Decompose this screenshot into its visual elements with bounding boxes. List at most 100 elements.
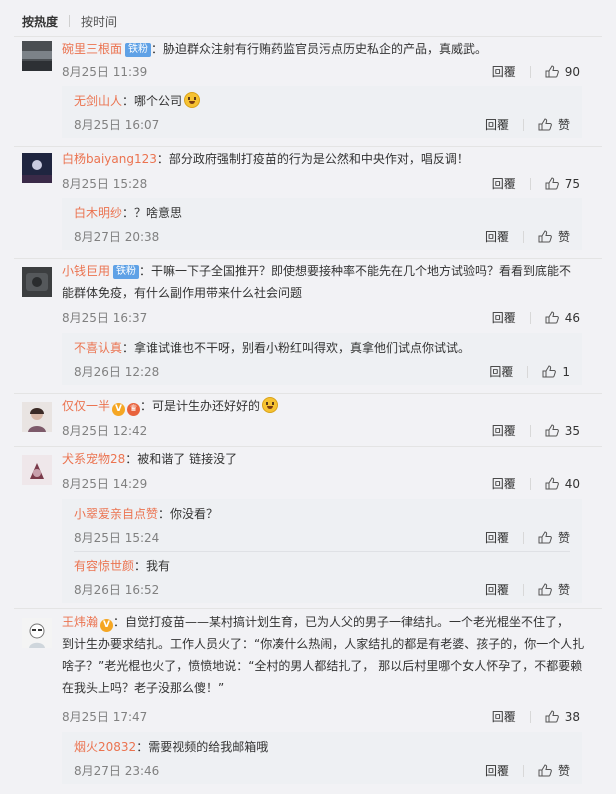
thumbs-up-icon — [545, 710, 559, 723]
like-button[interactable]: 46 — [545, 311, 580, 325]
avatar[interactable] — [22, 402, 52, 432]
username-link[interactable]: 烟火20832 — [74, 740, 136, 754]
avatar[interactable] — [22, 267, 52, 297]
comment-text: 仅仅一半 V ♛ ：可是计生办还好好的 — [62, 395, 586, 417]
comment-line: 到计生办要求结扎。工作人员火了：“你凑什么热闹，人家结扎的都是有老婆、孩子的，你… — [62, 637, 585, 651]
verified-v-icon: V — [112, 403, 126, 416]
divider — [14, 446, 602, 447]
action-divider — [529, 311, 531, 324]
reply-button[interactable]: 回覆 — [485, 529, 509, 546]
username-link[interactable]: 犬系宠物28 — [62, 452, 125, 466]
vip-crown-icon: ♛ — [127, 403, 141, 416]
divider — [14, 146, 602, 147]
comment-text: 碗里三根面 铁粉 ：胁迫群众注射有行贿药监官员污点历史私企的产品，真威武。 — [62, 38, 586, 60]
reply-text: 烟火20832：需要视频的给我邮箱哦 — [74, 737, 570, 757]
reply-list: 无剑山人：哪个公司 8月25日 16:07 回覆 赞 — [62, 86, 582, 138]
reply-button[interactable]: 回覆 — [492, 422, 516, 439]
like-button[interactable]: 赞 — [538, 116, 570, 133]
avatar[interactable] — [22, 455, 52, 485]
reply-button[interactable]: 回覆 — [492, 475, 516, 492]
sort-by-hot-tab[interactable]: 按热度 — [22, 13, 58, 30]
like-button[interactable]: 赞 — [538, 581, 570, 598]
reply-actions: 回覆 赞 — [485, 529, 570, 546]
username-link[interactable]: 小钱巨用 — [62, 264, 110, 278]
username-link[interactable]: 不喜认真 — [74, 341, 122, 355]
like-button[interactable]: 赞 — [538, 228, 570, 245]
like-button[interactable]: 赞 — [538, 762, 570, 779]
reply-text: 有容惊世颜：我有 — [74, 556, 570, 576]
username-link[interactable]: 无剑山人 — [74, 94, 122, 108]
username-link[interactable]: 白木明纱 — [74, 206, 122, 220]
username-link[interactable]: 小翠爱亲自点赞 — [74, 507, 158, 521]
like-button[interactable]: 38 — [545, 710, 580, 724]
comment-actions: 回覆 75 — [492, 175, 580, 192]
reply-button[interactable]: 回覆 — [489, 363, 513, 380]
smile-emoji-icon — [262, 397, 279, 413]
like-count: 赞 — [557, 230, 570, 244]
username-link[interactable]: 白杨baiyang123 — [62, 152, 157, 166]
reply-list: 小翠爱亲自点赞：你没看？ 8月25日 15:24 回覆 赞 有容惊世颜：我有 8… — [62, 499, 582, 603]
divider — [14, 393, 602, 394]
reply-actions: 回覆 赞 — [485, 581, 570, 598]
reply-body: ：？啥意思 — [122, 206, 183, 220]
like-count: 35 — [564, 423, 580, 438]
fan-badge: 铁粉 — [113, 265, 140, 279]
reply-date: 8月26日 12:28 — [74, 365, 160, 379]
reply-button[interactable]: 回覆 — [492, 309, 516, 326]
comment-body: ：部分政府强制打疫苗的行为是公然和中央作对，唱反调！ — [156, 152, 469, 166]
comment-actions: 回覆 38 — [492, 708, 580, 725]
thumbs-up-icon — [545, 424, 559, 437]
action-divider — [522, 583, 524, 596]
avatar-image — [22, 618, 52, 648]
reply-date: 8月27日 23:46 — [74, 764, 160, 778]
username-link[interactable]: 有容惊世颜 — [74, 559, 134, 573]
thumbs-up-icon — [545, 311, 559, 324]
like-button[interactable]: 1 — [542, 365, 570, 379]
comment-actions: 回覆 40 — [492, 475, 580, 492]
comment-text: 王炜瀚 V ：自觉打疫苗——某村搞计划生育，已为人父的男子一律结扎。一个老光棍坐不住… — [62, 611, 586, 699]
comment-line: 啥子？”老光棍也火了，愤愤地说：“全村的男人都结扎了， 那以后村里哪个女人怀孕了… — [62, 659, 583, 673]
reply-button[interactable]: 回覆 — [492, 708, 516, 725]
action-divider — [529, 177, 531, 190]
avatar[interactable] — [22, 153, 52, 183]
reply-button[interactable]: 回覆 — [492, 63, 516, 80]
reply-date: 8月25日 15:24 — [74, 531, 160, 545]
reply-actions: 回覆 赞 — [485, 116, 570, 133]
like-button[interactable]: 75 — [545, 177, 580, 191]
like-button[interactable]: 35 — [545, 424, 580, 438]
reply-list: 白木明纱：？啥意思 8月27日 20:38 回覆 赞 — [62, 198, 582, 250]
comment-body: ：干嘛一下子全国推开？即使想要接种率不能先在几个地方试验吗？看看到底能不 — [139, 264, 572, 278]
username-link[interactable]: 王炜瀚 — [62, 615, 98, 629]
reply-button[interactable]: 回覆 — [485, 581, 509, 598]
comment-text: 小钱巨用 铁粉 ：干嘛一下子全国推开？即使想要接种率不能先在几个地方试验吗？看看到底… — [62, 260, 586, 304]
like-button[interactable]: 赞 — [538, 529, 570, 546]
reply-button[interactable]: 回覆 — [492, 175, 516, 192]
avatar[interactable] — [22, 618, 52, 648]
sort-by-time-tab[interactable]: 按时间 — [81, 13, 117, 30]
like-button[interactable]: 40 — [545, 477, 580, 491]
like-button[interactable]: 90 — [545, 65, 580, 79]
username-link[interactable]: 仅仅一半 — [62, 399, 110, 413]
reply-button[interactable]: 回覆 — [485, 762, 509, 779]
thumbs-up-icon — [538, 230, 552, 243]
reply-button[interactable]: 回覆 — [485, 116, 509, 133]
comment-date: 8月25日 14:29 — [62, 477, 148, 491]
reply-button[interactable]: 回覆 — [485, 228, 509, 245]
comment-text: 白杨baiyang123：部分政府强制打疫苗的行为是公然和中央作对，唱反调！ — [62, 148, 586, 170]
username-link[interactable]: 碗里三根面 — [62, 42, 122, 56]
reply-divider — [74, 551, 570, 552]
like-count: 赞 — [557, 531, 570, 545]
comment-page: 按热度 按时间 碗里三根面 铁粉 ：胁迫群众注射有行贿药监官员污点历史私企的产品，真… — [0, 0, 616, 794]
action-divider — [522, 764, 524, 777]
action-divider — [529, 710, 531, 723]
like-count: 75 — [564, 176, 580, 191]
thumbs-up-icon — [545, 65, 559, 78]
avatar[interactable] — [22, 41, 52, 71]
like-count: 90 — [564, 64, 580, 79]
reply-actions: 回覆 赞 — [485, 228, 570, 245]
reply-list: 不喜认真：拿谁试谁也不干呀，别看小粉红叫得欢，真拿他们试点你试试。 8月26日 … — [62, 333, 582, 385]
like-count: 赞 — [557, 764, 570, 778]
comment-body: ：被和谐了 链接没了 — [125, 452, 238, 466]
action-divider — [522, 230, 524, 243]
laughing-emoji-icon — [184, 92, 201, 108]
